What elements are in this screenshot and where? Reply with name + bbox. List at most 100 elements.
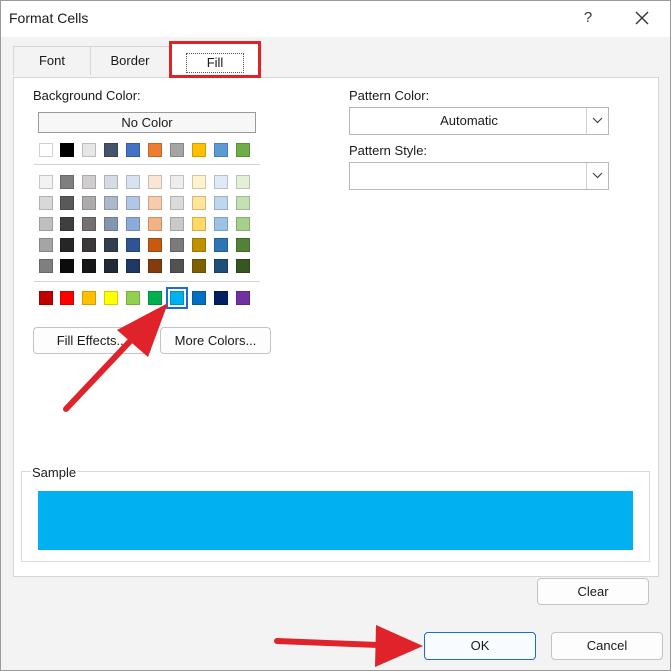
color-swatch-tint[interactable] [170, 259, 184, 273]
color-swatch-standard[interactable] [82, 291, 96, 305]
color-swatch-theme[interactable] [170, 143, 184, 157]
pattern-style-dropdown[interactable] [349, 162, 609, 190]
color-swatch-tint[interactable] [192, 217, 206, 231]
pattern-color-value: Automatic [440, 113, 498, 128]
color-swatch-tint[interactable] [148, 196, 162, 210]
chevron-down-icon [592, 172, 603, 179]
clear-button[interactable]: Clear [537, 578, 649, 605]
color-swatch-theme[interactable] [214, 143, 228, 157]
close-button[interactable] [627, 5, 657, 31]
ok-button[interactable]: OK [424, 632, 536, 660]
dialog-title: Format Cells [9, 10, 89, 26]
color-swatch-tint[interactable] [214, 238, 228, 252]
color-swatch-tint[interactable] [236, 217, 250, 231]
color-swatch-standard[interactable] [126, 291, 140, 305]
color-swatch-tint[interactable] [126, 217, 140, 231]
color-swatch-tint[interactable] [148, 217, 162, 231]
color-swatch-standard[interactable] [104, 291, 118, 305]
color-swatch-standard[interactable] [60, 291, 74, 305]
color-swatch-theme[interactable] [82, 143, 96, 157]
color-swatch-tint[interactable] [39, 175, 53, 189]
color-swatch-tint[interactable] [170, 238, 184, 252]
color-swatch-theme[interactable] [148, 143, 162, 157]
tab-fill-label: Fill [185, 53, 245, 73]
palette-divider [34, 164, 260, 165]
cancel-button[interactable]: Cancel [551, 632, 663, 660]
background-color-label: Background Color: [33, 88, 141, 103]
color-swatch-tint[interactable] [82, 175, 96, 189]
color-swatch-tint[interactable] [214, 259, 228, 273]
color-swatch-tint[interactable] [170, 196, 184, 210]
palette-divider [34, 281, 260, 282]
color-swatch-theme[interactable] [126, 143, 140, 157]
color-swatch-tint[interactable] [82, 259, 96, 273]
color-swatch-tint[interactable] [126, 259, 140, 273]
pattern-style-dropdown-toggle[interactable] [586, 163, 608, 189]
color-swatch-tint[interactable] [126, 175, 140, 189]
color-swatch-tint[interactable] [39, 196, 53, 210]
color-swatch-tint[interactable] [82, 238, 96, 252]
color-swatch-tint[interactable] [192, 196, 206, 210]
color-swatch-tint[interactable] [236, 238, 250, 252]
color-swatch-tint[interactable] [60, 175, 74, 189]
color-swatch-theme[interactable] [236, 143, 250, 157]
color-swatch-tint[interactable] [236, 196, 250, 210]
color-swatch-tint[interactable] [39, 259, 53, 273]
sample-label: Sample [31, 465, 78, 480]
no-color-button[interactable]: No Color [38, 112, 256, 133]
color-swatch-tint[interactable] [82, 196, 96, 210]
color-swatch-tint[interactable] [192, 259, 206, 273]
color-swatch-tint[interactable] [236, 259, 250, 273]
color-swatch-tint[interactable] [126, 238, 140, 252]
fill-effects-button[interactable]: Fill Effects... [33, 327, 151, 354]
color-swatch-standard[interactable] [236, 291, 250, 305]
color-swatch-tint[interactable] [170, 217, 184, 231]
color-swatch-tint[interactable] [60, 217, 74, 231]
color-swatch-tint[interactable] [104, 196, 118, 210]
color-swatch-tint[interactable] [60, 196, 74, 210]
close-icon [635, 11, 649, 25]
color-swatch-tint[interactable] [39, 217, 53, 231]
color-swatch-tint[interactable] [214, 175, 228, 189]
color-swatch-tint[interactable] [148, 259, 162, 273]
sample-preview [38, 491, 633, 550]
color-swatch-theme[interactable] [192, 143, 206, 157]
tab-font[interactable]: Font [13, 46, 91, 75]
background-color-label-text: Background Color: [33, 88, 141, 103]
color-swatch-tint[interactable] [214, 217, 228, 231]
chevron-down-icon [592, 117, 603, 124]
color-swatch-standard[interactable] [166, 287, 188, 309]
color-swatch-tint[interactable] [148, 238, 162, 252]
pattern-color-label: Pattern Color: [349, 88, 430, 103]
color-swatch-tint[interactable] [60, 259, 74, 273]
title-bar: Format Cells ? [1, 1, 670, 37]
color-swatch-tint[interactable] [192, 175, 206, 189]
color-swatch-tint[interactable] [170, 175, 184, 189]
color-swatch-standard[interactable] [192, 291, 206, 305]
color-swatch-tint[interactable] [104, 217, 118, 231]
color-swatch-tint[interactable] [82, 217, 96, 231]
color-swatch-theme[interactable] [39, 143, 53, 157]
more-colors-button[interactable]: More Colors... [160, 327, 271, 354]
color-swatch-standard[interactable] [214, 291, 228, 305]
color-swatch-theme[interactable] [60, 143, 74, 157]
pattern-style-label: Pattern Style: [349, 143, 428, 158]
tab-fill[interactable]: Fill [169, 41, 261, 78]
color-swatch-tint[interactable] [214, 196, 228, 210]
pattern-color-dropdown[interactable]: Automatic [349, 107, 609, 135]
color-swatch-tint[interactable] [104, 238, 118, 252]
color-swatch-standard[interactable] [148, 291, 162, 305]
color-swatch-tint[interactable] [148, 175, 162, 189]
color-swatch-standard[interactable] [39, 291, 53, 305]
color-swatch-tint[interactable] [236, 175, 250, 189]
pattern-color-dropdown-toggle[interactable] [586, 108, 608, 134]
color-swatch-tint[interactable] [104, 175, 118, 189]
color-swatch-tint[interactable] [39, 238, 53, 252]
color-swatch-tint[interactable] [104, 259, 118, 273]
color-swatch-tint[interactable] [60, 238, 74, 252]
tab-border[interactable]: Border [90, 46, 170, 75]
color-swatch-theme[interactable] [104, 143, 118, 157]
help-button[interactable]: ? [575, 5, 601, 31]
color-swatch-tint[interactable] [192, 238, 206, 252]
color-swatch-tint[interactable] [126, 196, 140, 210]
